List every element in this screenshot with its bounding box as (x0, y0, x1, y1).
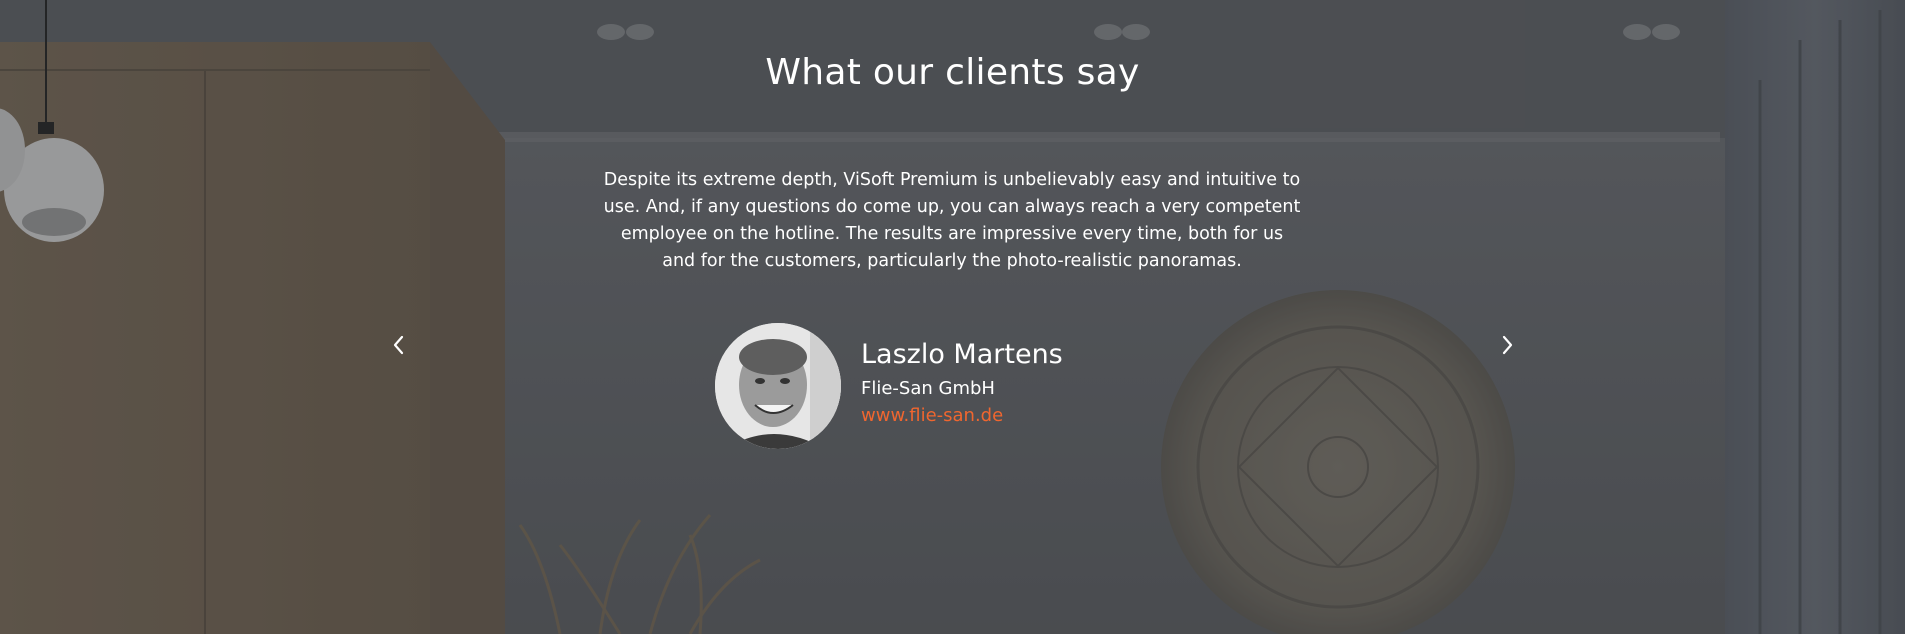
author-company: Flie-San GmbH (861, 378, 995, 399)
previous-testimonial-button[interactable] (383, 330, 413, 360)
next-testimonial-button[interactable] (1493, 330, 1523, 360)
chevron-left-icon (393, 335, 404, 355)
testimonial-author: Laszlo Martens Flie-San GmbH www.flie-sa… (715, 323, 1063, 449)
author-name: Laszlo Martens (861, 339, 1063, 370)
author-website-link[interactable]: www.flie-san.de (861, 404, 1003, 428)
section-heading: What our clients say (765, 52, 1140, 93)
testimonial-quote: Despite its extreme depth, ViSoft Premiu… (603, 170, 1301, 271)
author-avatar (715, 323, 841, 449)
chevron-right-icon (1502, 335, 1513, 355)
dark-overlay (0, 0, 1905, 634)
author-info: Laszlo Martens Flie-San GmbH www.flie-sa… (861, 323, 1063, 428)
testimonials-section: What our clients say Despite its extreme… (0, 0, 1905, 634)
